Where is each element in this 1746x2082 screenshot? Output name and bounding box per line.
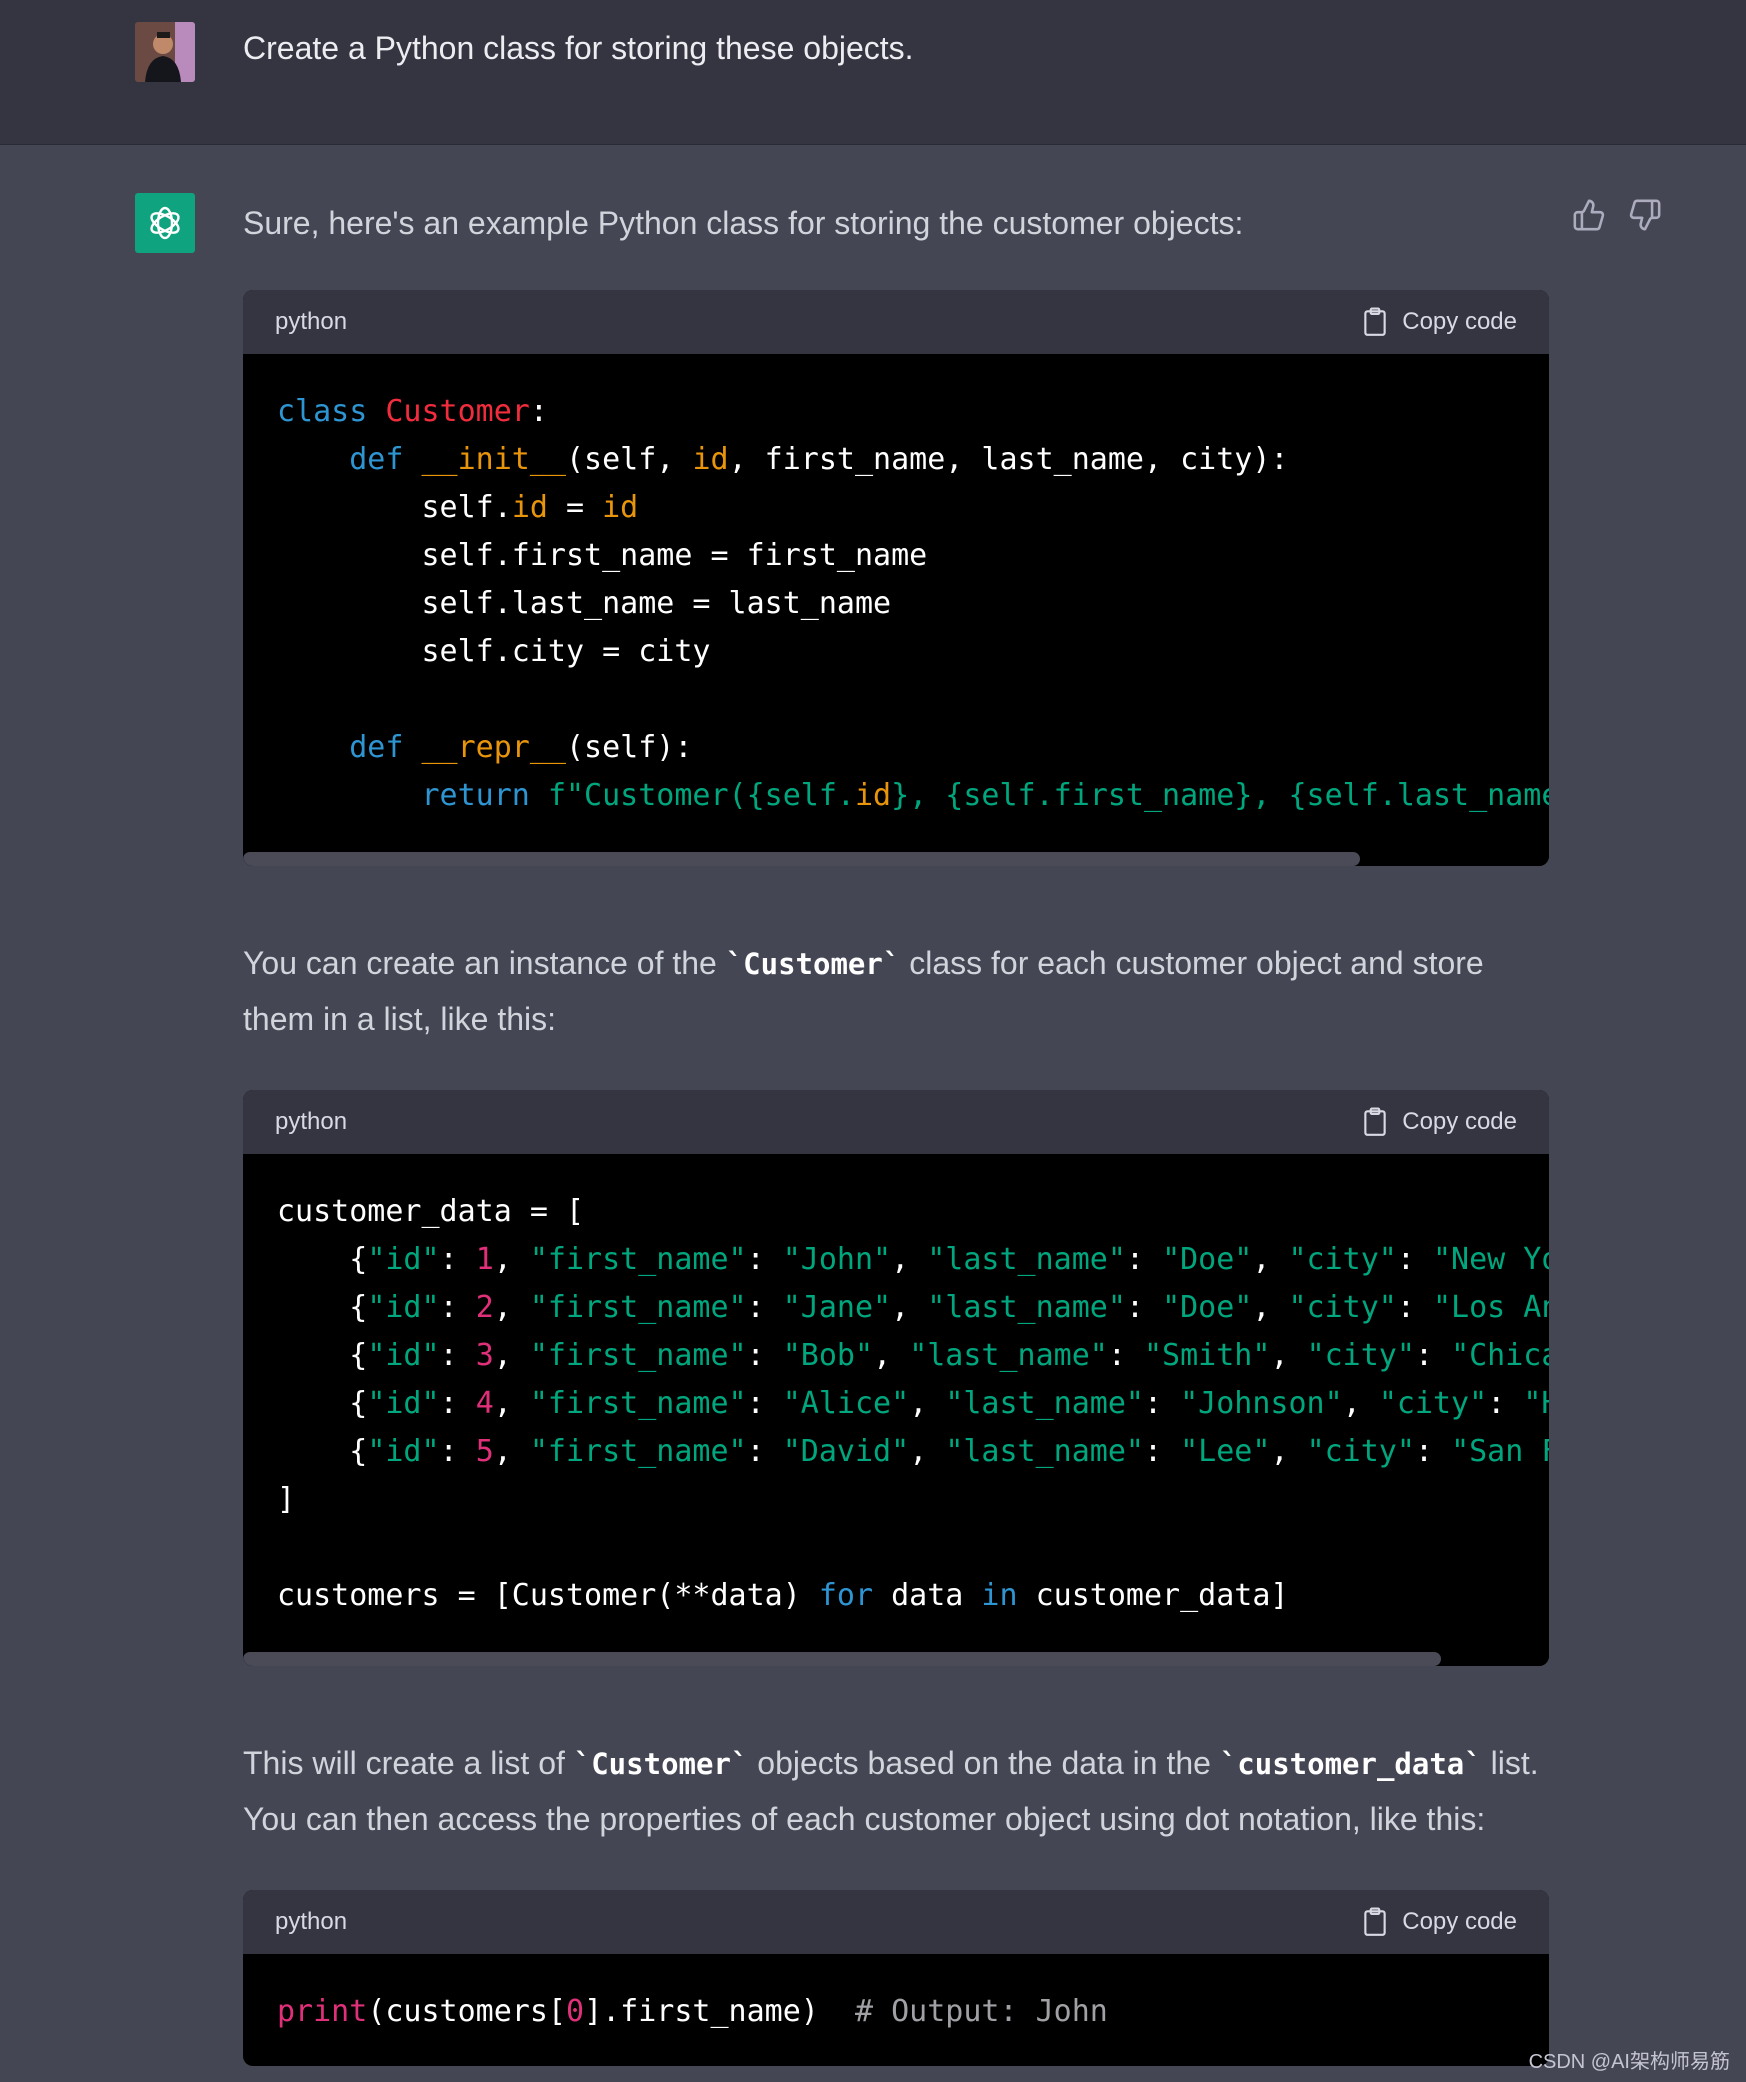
user-message-row: Create a Python class for storing these … [0, 0, 1746, 145]
thumbs-down-icon[interactable] [1628, 198, 1662, 232]
code-language-label: python [275, 308, 348, 335]
clipboard-icon [1364, 307, 1386, 336]
code-line: def __init__(self, id, first_name, last_… [349, 442, 1289, 477]
para2-text-1: You can create an instance of the [243, 945, 726, 981]
code-line: {"id": 2, "first_name": "Jane", "last_na… [277, 1290, 1549, 1325]
code-line: def __repr__(self): [349, 730, 693, 765]
code-line: return f"Customer({self.id}, {self.first… [421, 778, 1550, 813]
code-line: {"id": 1, "first_name": "John", "last_na… [277, 1242, 1549, 1277]
copy-code-button[interactable]: Copy code [1362, 1107, 1517, 1137]
thumbs-up-icon[interactable] [1572, 198, 1606, 232]
assistant-intro-text: Sure, here's an example Python class for… [243, 205, 1244, 241]
copy-code-label: Copy code [1402, 308, 1517, 335]
scrollbar-thumb[interactable] [243, 1652, 1441, 1666]
inline-code-customer-data: `customer_data` [1219, 1747, 1482, 1781]
code-line: print(customers[0].first_name) # Output:… [277, 1994, 1108, 2029]
clipboard-icon [1364, 1107, 1386, 1136]
code-block-header: python Copy code [243, 1090, 1549, 1154]
code-block-header: python Copy code [243, 290, 1549, 354]
code-line: ] [277, 1482, 296, 1517]
assistant-message-row: Sure, here's an example Python class for… [0, 146, 1746, 2082]
copy-code-button[interactable]: Copy code [1362, 1907, 1517, 1937]
code-line: class Customer: [277, 394, 548, 429]
code-line: ​ [277, 1524, 1549, 1572]
horizontal-scrollbar[interactable] [243, 1652, 1549, 1666]
horizontal-scrollbar[interactable] [243, 852, 1549, 866]
para3-text-2: objects based on the data in the [748, 1745, 1220, 1781]
code-language-label: python [275, 1908, 348, 1935]
code-content: print(customers[0].first_name) # Output:… [243, 1954, 1549, 2066]
code-line: self.id = id [277, 490, 639, 525]
code-line: self.city = city [277, 634, 711, 669]
inline-code-customer: `Customer` [725, 947, 901, 981]
code-line: customer_data = [ [277, 1194, 585, 1229]
code-line: {"id": 5, "first_name": "David", "last_n… [277, 1434, 1549, 1469]
assistant-paragraph-3: This will create a list of `Customer` ob… [243, 1736, 1563, 1847]
para3-text-1: This will create a list of [243, 1745, 574, 1781]
code-language-label: python [275, 1108, 348, 1135]
chatgpt-logo-icon [135, 193, 195, 253]
code-block: python Copy code customer_data = [ {"id"… [243, 1090, 1549, 1666]
code-line: self.last_name = last_name [277, 586, 892, 621]
copy-code-label: Copy code [1402, 1908, 1517, 1935]
code-line: {"id": 3, "first_name": "Bob", "last_nam… [277, 1338, 1549, 1373]
code-content: customer_data = [ {"id": 1, "first_name"… [243, 1154, 1549, 1666]
code-line: ​ [277, 676, 1549, 724]
watermark-text: CSDN @AI架构师易筋 [1528, 2051, 1730, 2073]
code-block: python Copy code class Customer: def __i… [243, 290, 1549, 866]
code-line: {"id": 4, "first_name": "Alice", "last_n… [277, 1386, 1549, 1421]
clipboard-icon [1364, 1907, 1386, 1936]
code-content: class Customer: def __init__(self, id, f… [243, 354, 1549, 866]
assistant-paragraph-2: You can create an instance of the `Custo… [243, 936, 1563, 1047]
inline-code-customer: `Customer` [573, 1747, 749, 1781]
scrollbar-thumb[interactable] [243, 852, 1360, 866]
code-line: self.first_name = first_name [277, 538, 928, 573]
code-block: python Copy code print(customers[0].firs… [243, 1890, 1549, 2066]
user-message-text: Create a Python class for storing these … [243, 30, 914, 66]
user-avatar [135, 22, 195, 82]
copy-code-label: Copy code [1402, 1108, 1517, 1135]
code-block-header: python Copy code [243, 1890, 1549, 1954]
code-line: customers = [Customer(**data) for data i… [277, 1578, 1289, 1613]
copy-code-button[interactable]: Copy code [1362, 307, 1517, 337]
